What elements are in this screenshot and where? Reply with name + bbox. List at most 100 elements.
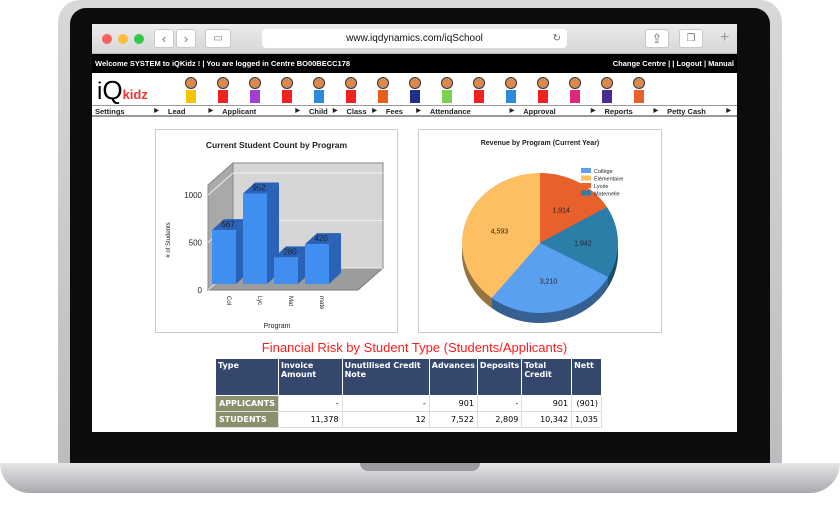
menu-label: Fees <box>385 107 403 116</box>
arrow-right-icon: ▶ <box>653 108 659 114</box>
menu-item-attendance[interactable]: Attendance ▶ <box>427 106 520 116</box>
y-tick-label: 1000 <box>184 191 202 200</box>
kid-drawing <box>598 75 616 103</box>
slice-label: 1,914 <box>552 208 570 215</box>
arrow-right-icon: ▶ <box>332 108 338 114</box>
bar-chart-svg: 0 500 1000 567 Col 952 Lyc 280 Mat 420 mate Program… <box>166 161 385 330</box>
y-tick-label: 0 <box>198 286 203 295</box>
table-cell: 1,035 <box>571 411 602 428</box>
slice-label: 3,210 <box>540 279 558 286</box>
arrow-right-icon: ▶ <box>416 108 421 114</box>
top-links[interactable]: Change Centre | | Logout | Manual <box>613 54 734 73</box>
browser-toolbar: ‹ › ▭ www.iqdynamics.com/iqSchool ↻ ⇪ ❐ + <box>92 24 737 54</box>
menu-item-approval[interactable]: Approval ▶ <box>520 106 601 116</box>
arrow-right-icon: ▶ <box>372 108 377 114</box>
menu-label: Reports <box>604 107 633 116</box>
risk-title: Financial Risk by Student Type (Students… <box>261 340 568 355</box>
kid-drawing <box>438 75 456 103</box>
legend-swatch <box>581 168 591 173</box>
bar <box>274 257 298 284</box>
menu-item-applicant[interactable]: Applicant ▶ <box>219 106 306 116</box>
x-axis-label: Program <box>264 323 291 330</box>
legend-label: Collège <box>594 169 613 175</box>
main-menu: Settings ▶ Lead ▶ Applicant ▶ Child ▶ Class ▶ Fees… <box>92 105 737 117</box>
menu-label: Lead <box>167 107 186 116</box>
sidebar-icon[interactable]: ▭ <box>205 29 231 48</box>
menu-label: Class <box>346 107 367 116</box>
kid-drawing <box>470 75 488 103</box>
student-count-chart: Current Student Count by Program 0 500 100… <box>155 129 398 333</box>
column-header: Nett <box>571 358 602 396</box>
x-tick-label: Lyc <box>256 296 262 305</box>
arrow-right-icon: ▶ <box>509 108 515 114</box>
data-label: 420 <box>314 234 328 243</box>
menu-label: Settings <box>95 107 125 116</box>
menu-label: Approval <box>523 107 556 116</box>
share-icon[interactable]: ⇪ <box>645 29 669 48</box>
kids-illustration <box>182 75 648 103</box>
kid-drawing <box>374 75 392 103</box>
pie-chart-svg: 1,914 1,942 3,210 4,593 CollègeÉlémentaireLy… <box>462 168 623 323</box>
menu-item-petty-cash[interactable]: Petty Cash ▶ <box>664 106 737 116</box>
kid-drawing <box>502 75 520 103</box>
data-label: 952 <box>252 184 266 193</box>
x-tick-label: Col <box>225 296 231 305</box>
revenue-chart: Revenue by Program (Current Year) 1,914 1… <box>418 129 662 333</box>
kid-drawing <box>310 75 328 103</box>
risk-table: Type Invoice Amount Unutilised Credit Note… <box>215 358 602 428</box>
column-header: Type <box>215 358 279 396</box>
slice-label: 1,942 <box>574 240 592 247</box>
menu-item-child[interactable]: Child ▶ <box>306 106 343 116</box>
banner: iQkidz <box>92 73 737 105</box>
table-cell: STUDENTS <box>215 411 279 428</box>
tabs-icon[interactable]: ❐ <box>679 29 703 48</box>
arrow-right-icon: ▶ <box>154 108 159 114</box>
minimize-window-icon[interactable] <box>118 34 128 44</box>
column-header: Total Credit <box>521 358 573 396</box>
menu-label: Attendance <box>429 107 471 116</box>
x-tick-label: mate <box>318 296 324 310</box>
legend-swatch <box>581 190 591 196</box>
kid-drawing <box>630 75 648 103</box>
menu-item-fees[interactable]: Fees ▶ <box>383 106 427 116</box>
back-button[interactable]: ‹ <box>154 29 174 48</box>
close-window-icon[interactable] <box>102 34 112 44</box>
menu-item-lead[interactable]: Lead ▶ <box>165 106 219 116</box>
forward-button[interactable]: › <box>176 29 196 48</box>
table-cell: 10,342 <box>521 411 573 428</box>
reload-icon[interactable]: ↻ <box>553 29 561 48</box>
welcome-text: Welcome SYSTEM to iQKidz ! | You are log… <box>95 59 351 68</box>
table-cell: 12 <box>341 411 430 428</box>
kid-drawing <box>342 75 360 103</box>
new-tab-button[interactable]: + <box>720 29 729 47</box>
y-axis-label: # of Students <box>166 222 172 257</box>
menu-label: Child <box>309 107 328 116</box>
column-header: Advances <box>428 358 478 396</box>
table-cell: - <box>277 395 343 412</box>
kid-drawing <box>534 75 552 103</box>
data-label: 280 <box>283 247 297 256</box>
kid-drawing <box>566 75 584 103</box>
menu-item-reports[interactable]: Reports ▶ <box>601 106 664 116</box>
table-row: APPLICANTS - -901-901 (901) <box>215 395 602 412</box>
address-bar[interactable]: www.iqdynamics.com/iqSchool ↻ <box>262 29 567 48</box>
table-cell: 901 <box>521 395 573 412</box>
column-header: Unutilised Credit Note <box>341 358 430 396</box>
column-header: Deposits <box>476 358 523 396</box>
table-cell: - <box>476 395 523 412</box>
slice-label: 4,593 <box>491 228 509 235</box>
kid-drawing <box>214 75 232 103</box>
menu-label: Petty Cash <box>667 107 706 116</box>
kid-drawing <box>246 75 264 103</box>
table-row: STUDENTS 11,378 12 7,522 2,809 10,342 1,035 <box>215 411 602 428</box>
menu-item-settings[interactable]: Settings ▶ <box>92 106 165 116</box>
bar <box>243 193 267 284</box>
legend-swatch <box>581 183 591 188</box>
legend-label: Lycée <box>594 184 608 190</box>
url-text: www.iqdynamics.com/iqSchool <box>346 33 483 44</box>
menu-item-class[interactable]: Class ▶ <box>343 106 382 116</box>
maximize-window-icon[interactable] <box>134 34 144 44</box>
welcome-bar: Welcome SYSTEM to iQKidz ! | You are log… <box>92 54 737 73</box>
arrow-right-icon: ▶ <box>208 108 214 114</box>
table-cell: 2,809 <box>476 411 523 428</box>
